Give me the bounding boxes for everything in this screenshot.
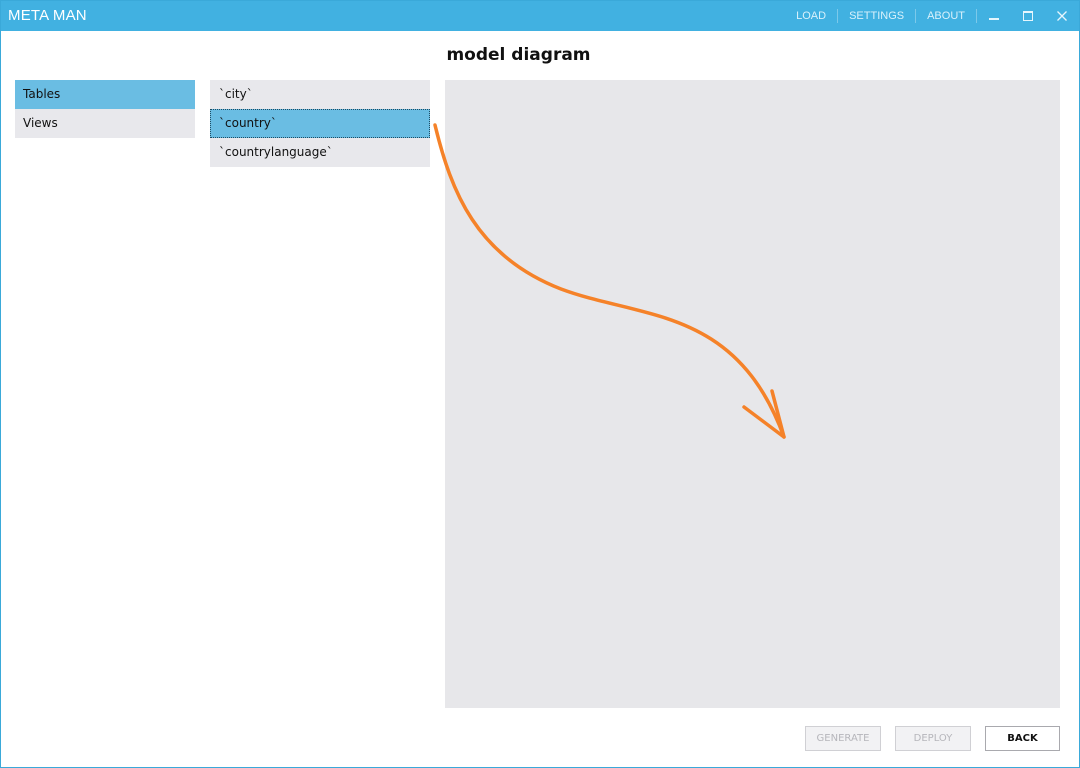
menu-settings[interactable]: SETTINGS: [838, 9, 917, 23]
left-nav: Tables Views: [15, 80, 195, 138]
title-bar[interactable]: META MAN LOAD SETTINGS ABOUT: [1, 1, 1079, 31]
table-list: `city` `country` `countrylanguage`: [210, 80, 430, 167]
table-item-countrylanguage[interactable]: `countrylanguage`: [210, 138, 430, 167]
menu-about[interactable]: ABOUT: [916, 9, 977, 23]
diagram-canvas[interactable]: [445, 80, 1060, 708]
table-item-country[interactable]: `country`: [210, 109, 430, 138]
minimize-button[interactable]: [977, 1, 1011, 31]
minimize-icon: [989, 11, 999, 21]
app-title: META MAN: [8, 7, 87, 24]
back-button[interactable]: BACK: [985, 726, 1060, 751]
page-title: model diagram: [446, 45, 591, 65]
close-icon: [1057, 11, 1067, 21]
maximize-icon: [1023, 11, 1033, 21]
nav-item-views[interactable]: Views: [15, 109, 195, 138]
generate-button[interactable]: GENERATE: [805, 726, 881, 751]
app-window: META MAN LOAD SETTINGS ABOUT model diagr…: [0, 0, 1080, 768]
maximize-button[interactable]: [1011, 1, 1045, 31]
titlebar-menu: LOAD SETTINGS ABOUT: [785, 1, 1079, 31]
menu-load[interactable]: LOAD: [785, 9, 839, 23]
deploy-button[interactable]: DEPLOY: [895, 726, 971, 751]
nav-item-tables[interactable]: Tables: [15, 80, 195, 109]
table-item-city[interactable]: `city`: [210, 80, 430, 109]
close-button[interactable]: [1045, 1, 1079, 31]
